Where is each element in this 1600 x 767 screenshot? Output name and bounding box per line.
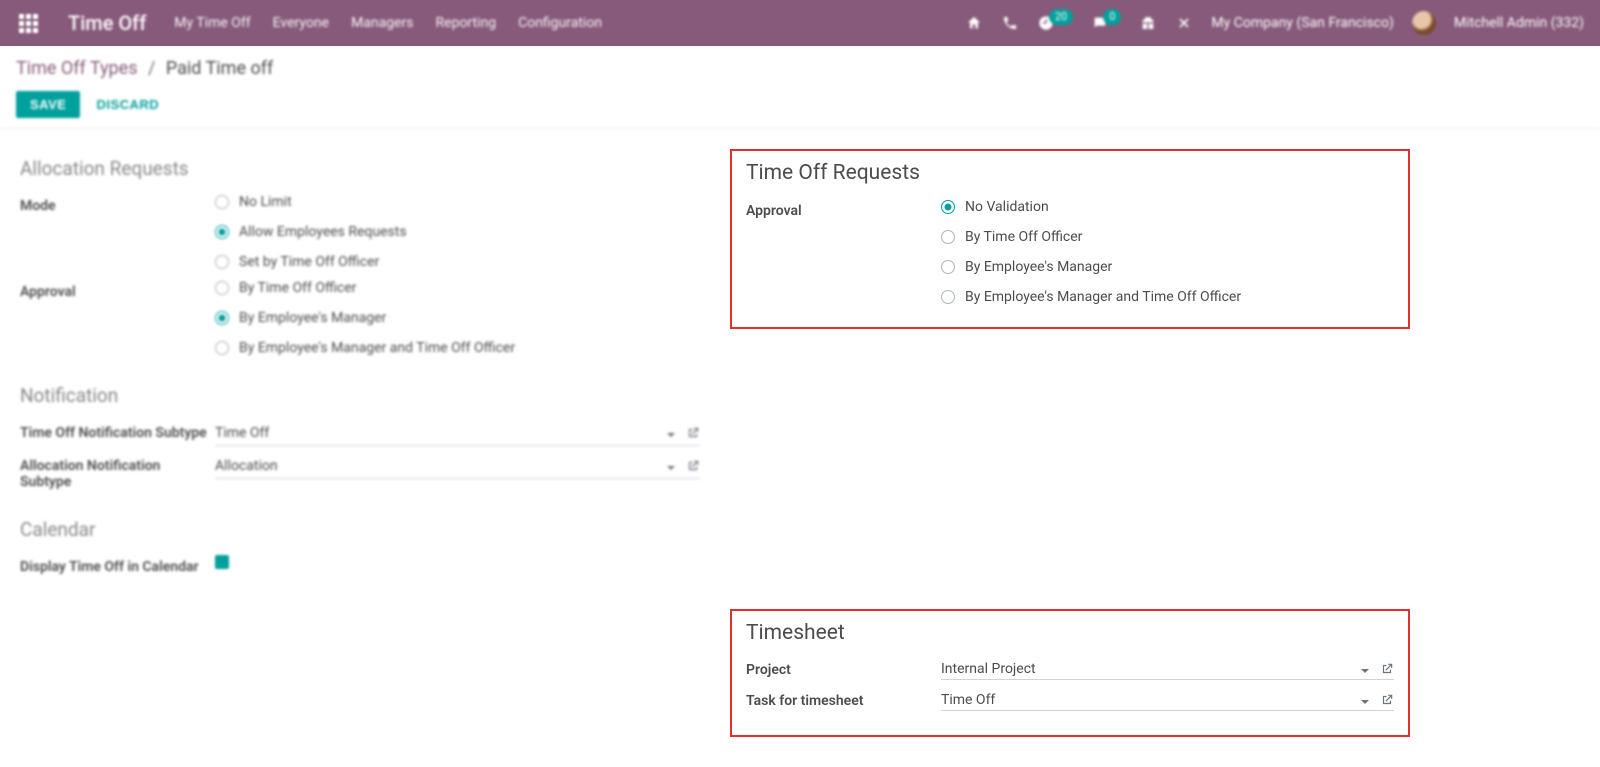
radio-alloc-approval-officer[interactable]: By Time Off Officer — [215, 280, 700, 296]
label-project: Project — [746, 662, 941, 678]
left-column: Allocation Requests Mode No Limit Allow … — [10, 149, 710, 767]
chevron-down-icon — [1360, 695, 1370, 705]
chat-badge[interactable]: 0 — [1091, 14, 1121, 32]
label-notif-allocation: Allocation Notification Subtype — [20, 454, 215, 490]
nav-everyone[interactable]: Everyone — [273, 15, 329, 31]
highlight-time-off-requests: Time Off Requests Approval No Validation… — [730, 149, 1410, 329]
external-link-icon[interactable] — [686, 459, 700, 473]
radio-req-by-officer[interactable]: By Time Off Officer — [941, 229, 1394, 245]
save-button[interactable]: SAVE — [16, 91, 80, 118]
app-brand[interactable]: Time Off — [68, 11, 146, 35]
breadcrumb-parent[interactable]: Time Off Types — [16, 58, 138, 79]
discard-button[interactable]: DISCARD — [96, 97, 159, 112]
chat-badge-count: 0 — [1103, 9, 1121, 25]
home-icon[interactable] — [965, 14, 983, 32]
section-timesheet: Timesheet — [746, 621, 1394, 645]
external-link-icon[interactable] — [1380, 693, 1394, 707]
apps-icon[interactable] — [16, 11, 40, 35]
avatar[interactable] — [1412, 11, 1436, 35]
chevron-down-icon — [666, 461, 676, 471]
nav-my-time-off[interactable]: My Time Off — [174, 15, 250, 31]
breadcrumb-current: Paid Time off — [166, 58, 273, 79]
chevron-down-icon — [1360, 664, 1370, 674]
label-notif-timeoff: Time Off Notification Subtype — [20, 421, 215, 441]
clock-badge-count: 20 — [1049, 9, 1073, 25]
select-task[interactable]: Time Off — [941, 690, 1394, 711]
label-task: Task for timesheet — [746, 693, 941, 709]
radio-req-by-manager[interactable]: By Employee's Manager — [941, 259, 1394, 275]
navbar: Time Off My Time Off Everyone Managers R… — [0, 0, 1600, 46]
radio-alloc-approval-both[interactable]: By Employee's Manager and Time Off Offic… — [215, 340, 700, 356]
label-mode: Mode — [20, 194, 215, 214]
control-panel: Time Off Types / Paid Time off SAVE DISC… — [0, 46, 1600, 129]
radio-alloc-approval-manager[interactable]: By Employee's Manager — [215, 310, 700, 326]
nav-menu: My Time Off Everyone Managers Reporting … — [174, 15, 602, 31]
close-icon[interactable] — [1175, 14, 1193, 32]
breadcrumb: Time Off Types / Paid Time off — [16, 58, 1584, 79]
select-notif-allocation[interactable]: Allocation — [215, 454, 700, 479]
right-column: Time Off Requests Approval No Validation… — [720, 149, 1420, 767]
nav-right: 20 0 My Company (San Francisco) Mitchell… — [965, 11, 1584, 35]
user-menu[interactable]: Mitchell Admin (332) — [1454, 15, 1584, 31]
form-body: Allocation Requests Mode No Limit Allow … — [0, 129, 1600, 767]
checkbox-display-in-calendar[interactable] — [215, 555, 229, 569]
highlight-timesheet: Timesheet Project Internal Project Task … — [730, 609, 1410, 737]
radio-req-by-both[interactable]: By Employee's Manager and Time Off Offic… — [941, 289, 1394, 305]
radio-mode-set-by-officer[interactable]: Set by Time Off Officer — [215, 254, 700, 270]
gift-icon[interactable] — [1139, 14, 1157, 32]
select-project[interactable]: Internal Project — [941, 659, 1394, 680]
select-notif-timeoff[interactable]: Time Off — [215, 421, 700, 446]
nav-reporting[interactable]: Reporting — [436, 15, 497, 31]
chevron-down-icon — [666, 428, 676, 438]
external-link-icon[interactable] — [686, 426, 700, 440]
label-req-approval: Approval — [746, 199, 941, 219]
radio-mode-no-limit[interactable]: No Limit — [215, 194, 700, 210]
company-switcher[interactable]: My Company (San Francisco) — [1211, 15, 1393, 31]
external-link-icon[interactable] — [1380, 662, 1394, 676]
label-display-in-calendar: Display Time Off in Calendar — [20, 555, 215, 575]
section-notification: Notification — [20, 384, 700, 407]
radio-req-no-validation[interactable]: No Validation — [941, 199, 1394, 215]
label-alloc-approval: Approval — [20, 280, 215, 300]
breadcrumb-sep: / — [148, 58, 155, 79]
section-time-off-requests: Time Off Requests — [746, 161, 1394, 185]
phone-icon[interactable] — [1001, 14, 1019, 32]
section-allocation-requests: Allocation Requests — [20, 157, 700, 180]
nav-managers[interactable]: Managers — [351, 15, 413, 31]
clock-badge[interactable]: 20 — [1037, 14, 1073, 32]
section-calendar: Calendar — [20, 518, 700, 541]
nav-configuration[interactable]: Configuration — [518, 15, 602, 31]
radio-mode-allow-employees[interactable]: Allow Employees Requests — [215, 224, 700, 240]
